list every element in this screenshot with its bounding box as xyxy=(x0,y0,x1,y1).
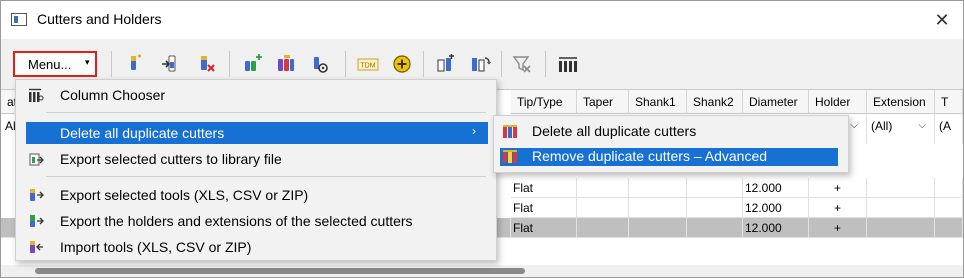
window-title: Cutters and Holders xyxy=(37,11,162,27)
close-button[interactable]: ✕ xyxy=(929,7,955,33)
column-header-diameter[interactable]: Diameter xyxy=(743,90,809,114)
cell-t[interactable] xyxy=(935,218,963,238)
submenu-item-delete-all-duplicates[interactable]: Delete all duplicate cutters xyxy=(500,123,838,141)
cell-diameter[interactable]: 12.000 xyxy=(743,178,809,198)
submenu-item-label: Remove duplicate cutters – Advanced xyxy=(532,148,768,164)
cell-taper[interactable] xyxy=(577,198,629,218)
cell-taper[interactable] xyxy=(577,178,629,198)
filter-extension[interactable]: (All) ⌵ xyxy=(867,114,935,144)
column-header-taper[interactable]: Taper xyxy=(577,90,629,114)
cell-t[interactable] xyxy=(935,178,963,198)
chevron-down-icon: ▾ xyxy=(85,57,90,67)
cell-shank1[interactable] xyxy=(629,218,687,238)
cell-shank2[interactable] xyxy=(687,178,743,198)
menu-item-label: Delete all duplicate cutters xyxy=(60,125,225,141)
column-header-shank2[interactable]: Shank2 xyxy=(687,90,743,114)
horizontal-scrollbar[interactable] xyxy=(1,265,963,277)
filter-t[interactable]: (A xyxy=(935,114,963,144)
submenu-arrow-icon: › xyxy=(472,124,476,138)
column-header-t[interactable]: T xyxy=(935,90,963,114)
filter-value: (All) xyxy=(871,119,893,133)
cell-diameter[interactable]: 12.000 xyxy=(743,218,809,238)
duplicate-cutters-icon xyxy=(502,124,518,140)
column-chooser-icon xyxy=(28,87,44,103)
menu-dropdown: Column Chooser Delete all duplicate cutt… xyxy=(15,79,497,261)
cell-tip-type[interactable]: Flat xyxy=(511,178,577,198)
menu-item-export-tools[interactable]: Export selected tools (XLS, CSV or ZIP) xyxy=(26,184,488,206)
cell-tip-type[interactable]: Flat xyxy=(511,218,577,238)
toolbar-separator xyxy=(345,51,346,77)
chevron-down-icon: ⌵ xyxy=(850,120,858,131)
title-bar: Cutters and Holders ✕ xyxy=(1,1,963,39)
tdm-icon-label: TDM xyxy=(360,63,375,70)
menu-item-export-holders[interactable]: Export the holders and extensions of the… xyxy=(26,210,488,232)
menu-item-import-tools[interactable]: Import tools (XLS, CSV or ZIP) xyxy=(26,236,488,258)
column-chooser-icon[interactable] xyxy=(557,53,579,75)
tdm-icon[interactable]: TDM xyxy=(357,53,379,75)
menu-button-label: Menu... xyxy=(28,57,72,72)
column-header-shank1[interactable]: Shank1 xyxy=(629,90,687,114)
column-header-extension[interactable]: Extension xyxy=(867,90,935,114)
menu-button[interactable]: Menu... ▾ xyxy=(13,51,97,77)
export-holders-icon xyxy=(28,213,44,229)
submenu-delete-duplicates: Delete all duplicate cutters Remove dupl… xyxy=(493,115,849,173)
submenu-item-label: Delete all duplicate cutters xyxy=(532,123,697,139)
cell-taper[interactable] xyxy=(577,218,629,238)
cell-holder-expand[interactable]: + xyxy=(809,178,867,198)
menu-item-column-chooser[interactable]: Column Chooser xyxy=(26,84,488,106)
cell-extension[interactable] xyxy=(867,198,935,218)
cell-shank2[interactable] xyxy=(687,218,743,238)
menu-item-label: Export selected cutters to library file xyxy=(60,151,282,167)
toolbar-separator xyxy=(229,51,230,77)
cell-shank1[interactable] xyxy=(629,198,687,218)
menu-item-label: Import tools (XLS, CSV or ZIP) xyxy=(60,239,252,255)
cell-t[interactable] xyxy=(935,198,963,218)
cell-diameter[interactable]: 12.000 xyxy=(743,198,809,218)
menu-item-export-library[interactable]: Export selected cutters to library file xyxy=(26,148,488,170)
menu-item-delete-duplicates[interactable]: Delete all duplicate cutters › xyxy=(26,122,488,144)
clear-filter-icon[interactable] xyxy=(511,53,533,75)
import-tools-icon xyxy=(28,239,44,255)
holder-icon[interactable] xyxy=(435,53,457,75)
cell-holder-expand[interactable]: + xyxy=(809,218,867,238)
toolbar-separator xyxy=(501,51,502,77)
cutters-holders-window: Cutters and Holders ✕ Menu... ▾ TDM at T… xyxy=(0,0,964,278)
chevron-down-icon: ⌵ xyxy=(918,120,926,131)
cell-holder-expand[interactable]: + xyxy=(809,198,867,218)
new-cutter-icon[interactable] xyxy=(123,53,145,75)
menu-item-label: Export the holders and extensions of the… xyxy=(60,213,413,229)
window-icon xyxy=(11,13,27,26)
menu-item-label: Export selected tools (XLS, CSV or ZIP) xyxy=(60,187,309,203)
cell-shank1[interactable] xyxy=(629,178,687,198)
menu-separator xyxy=(46,112,486,113)
menu-item-label: Column Chooser xyxy=(60,87,166,103)
cell-shank2[interactable] xyxy=(687,198,743,218)
copy-tool-icon[interactable] xyxy=(275,53,297,75)
add-circle-icon[interactable] xyxy=(391,53,413,75)
duplicate-cutters-advanced-icon xyxy=(502,149,518,165)
cell-extension[interactable] xyxy=(867,218,935,238)
submenu-item-remove-duplicates-advanced[interactable]: Remove duplicate cutters – Advanced xyxy=(500,148,838,166)
cell-extension[interactable] xyxy=(867,178,935,198)
export-library-icon xyxy=(28,151,44,167)
scrollbar-thumb[interactable] xyxy=(35,268,525,274)
export-tools-icon xyxy=(28,187,44,203)
toolbar-separator xyxy=(423,51,424,77)
delete-cutter-icon[interactable] xyxy=(195,53,217,75)
toolbar-separator xyxy=(545,51,546,77)
column-header-holder[interactable]: Holder xyxy=(809,90,867,114)
cell-tip-type[interactable]: Flat xyxy=(511,198,577,218)
menu-separator xyxy=(46,176,486,177)
add-tool-icon[interactable] xyxy=(241,53,263,75)
tool-settings-icon[interactable] xyxy=(309,53,331,75)
swap-holder-icon[interactable] xyxy=(469,53,491,75)
column-header-tip-type[interactable]: Tip/Type xyxy=(511,90,577,114)
toolbar-separator xyxy=(111,51,112,77)
filter-value: (A xyxy=(939,119,951,133)
import-cutter-icon[interactable] xyxy=(159,53,181,75)
